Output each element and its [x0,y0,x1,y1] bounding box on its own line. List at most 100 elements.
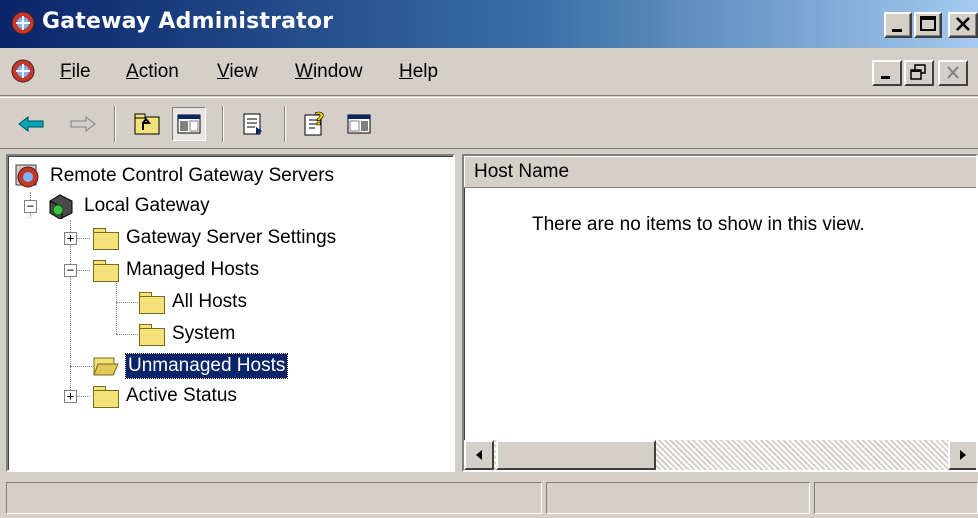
up-one-level-button[interactable] [130,107,164,141]
result-list[interactable]: Host Name There are no items to show in … [462,154,978,472]
tree-item-all-hosts[interactable]: All Hosts [138,288,249,316]
tree-label-root: Remote Control Gateway Servers [50,165,335,186]
arrow-right-icon [960,450,966,460]
menu-action-rest: ction [138,61,179,82]
empty-list-message: There are no items to show in this view. [532,214,865,235]
tree-label-managed-hosts: Managed Hosts [126,259,260,280]
help-icon: ? [304,110,325,136]
status-pane-main [6,482,542,514]
open-folder-icon [93,357,119,376]
scroll-left-button[interactable] [464,440,494,470]
status-bar [0,476,978,518]
minimize-icon [892,29,902,32]
forward-icon [70,115,96,133]
up-one-level-icon [134,113,160,135]
menu-help-rest: elp [412,61,439,82]
export-list-icon [243,113,262,135]
menu-file[interactable]: File [60,61,91,83]
menu-window-rest: indow [312,61,363,82]
export-list-button[interactable] [236,107,270,141]
tree-item-gateway-server-settings[interactable]: Gateway Server Settings [92,224,338,252]
menu-bar: File Action View Window Help [0,48,978,96]
menu-help[interactable]: Help [399,61,438,83]
scroll-right-button[interactable] [948,440,976,470]
tree-connector [76,238,90,239]
window-title: Gateway Administrator [42,9,334,34]
folder-icon [92,228,119,250]
tree-connector [70,366,92,367]
menu-view-accel: V [217,61,230,82]
menu-action-accel: A [126,61,139,82]
toolbar-separator [114,106,116,142]
minimize-icon [881,76,890,79]
menu-window-accel: W [295,61,313,82]
expand-icon[interactable]: + [64,390,77,403]
show-hide-action-pane-button[interactable] [342,107,376,141]
menu-view-rest: iew [229,61,258,82]
expand-icon[interactable]: + [64,232,77,245]
gateway-servers-icon [15,164,39,188]
show-hide-console-tree-icon [177,114,201,134]
tree-item-unmanaged-hosts[interactable]: Unmanaged Hosts [92,352,289,380]
tree-item-local-gateway[interactable]: Local Gateway [46,192,212,220]
mdi-restore-button[interactable] [904,60,934,86]
minimize-button[interactable] [884,12,912,38]
tree-item-root[interactable]: Remote Control Gateway Servers [14,162,336,190]
gateway-app-icon [11,11,35,35]
folder-icon [92,260,119,282]
collapse-icon[interactable]: − [24,200,37,213]
scrollbar-thumb[interactable] [496,440,656,470]
restore-icon [910,64,926,80]
column-header-host-name[interactable]: Host Name [464,156,976,188]
help-button[interactable]: ? [298,107,332,141]
tree-label-gateway-server-settings: Gateway Server Settings [126,227,337,248]
console-tree[interactable]: Remote Control Gateway Servers − Local G… [6,154,455,472]
tree-connector [116,278,117,334]
folder-icon [92,386,119,408]
console-icon[interactable] [10,58,36,84]
status-pane-middle [546,482,810,514]
menu-action[interactable]: Action [126,61,179,83]
show-hide-action-pane-icon [347,114,371,134]
tree-label-active-status: Active Status [126,385,237,406]
tree-connector [70,220,71,396]
tree-connector [76,396,90,397]
tree-label-system: System [172,323,236,344]
close-icon [947,66,959,79]
maximize-icon [920,16,936,31]
back-button[interactable] [14,107,48,141]
status-pane-right [814,482,978,514]
local-gateway-icon [49,194,73,219]
tree-connector [76,270,90,271]
menu-file-accel: F [60,61,72,82]
toolbar: ? [0,97,978,149]
tree-label-all-hosts: All Hosts [172,291,247,312]
folder-icon [138,292,165,314]
collapse-icon[interactable]: − [64,264,77,277]
tree-item-active-status[interactable]: Active Status [92,382,239,410]
tree-item-system[interactable]: System [138,320,237,348]
folder-icon [138,324,165,346]
horizontal-scrollbar[interactable] [464,440,976,470]
mdi-minimize-button[interactable] [872,60,902,86]
arrow-left-icon [476,450,482,460]
show-hide-console-tree-button[interactable] [172,107,206,141]
back-icon [18,115,44,133]
title-bar[interactable]: Gateway Administrator [0,0,978,48]
svg-text:?: ? [314,110,324,130]
menu-help-accel: H [399,61,413,82]
tree-label-local-gateway: Local Gateway [84,195,210,216]
tree-connector [116,334,138,335]
toolbar-separator [222,106,224,142]
close-icon [956,17,970,31]
tree-connector [116,302,138,303]
menu-view[interactable]: View [217,61,258,83]
maximize-button[interactable] [914,12,942,38]
tree-label-unmanaged-hosts: Unmanaged Hosts [124,353,289,379]
close-button[interactable] [948,12,978,38]
menu-file-rest: ile [71,61,91,82]
tree-item-managed-hosts[interactable]: Managed Hosts [92,256,261,284]
forward-button[interactable] [66,107,100,141]
mdi-close-button[interactable] [938,60,968,86]
menu-window[interactable]: Window [295,61,363,83]
